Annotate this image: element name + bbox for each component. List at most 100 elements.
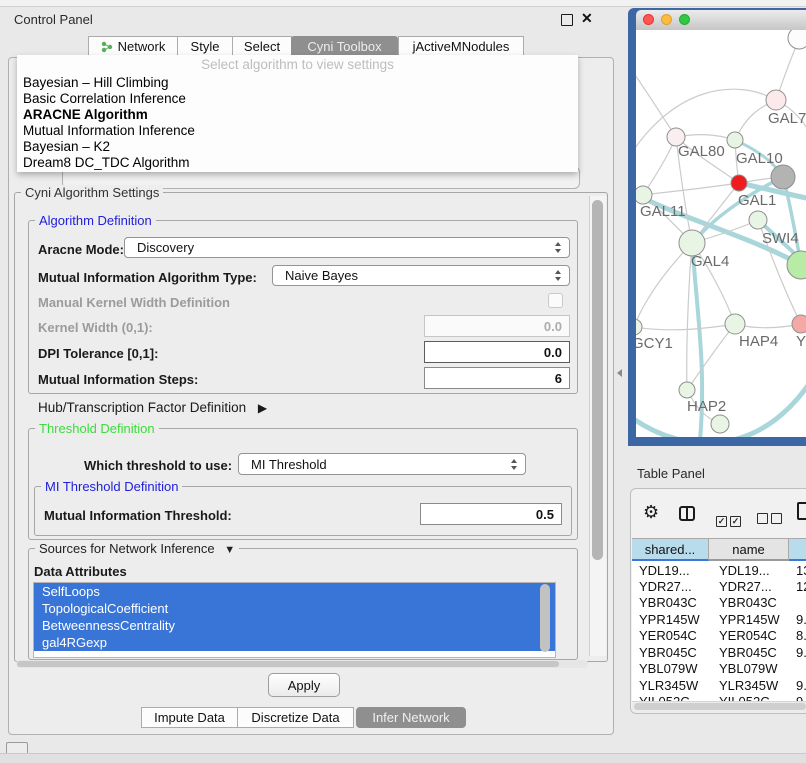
algorithm-placeholder: Select algorithm to view settings	[17, 55, 578, 75]
table-cell[interactable]: YIL052C	[719, 694, 770, 701]
apply-button[interactable]: Apply	[268, 673, 340, 697]
table-cell[interactable]: YBR043C	[719, 595, 777, 610]
network-titlebar[interactable]	[636, 10, 806, 31]
mi-algorithm-combo[interactable]: Naive Bayes	[272, 265, 570, 286]
tab-cyni-toolbox[interactable]: Cyni Toolbox	[291, 36, 398, 57]
algorithm-option[interactable]: Bayesian – K2	[17, 139, 578, 155]
table-cell[interactable]: YDR27...	[639, 579, 692, 594]
table-cell[interactable]: YIL052C	[639, 694, 690, 701]
column-header-name[interactable]: name	[709, 539, 789, 561]
network-view-window[interactable]: GAL7 GAL80 GAL10 GAL1 GAL11 SWI4 GAL4 GC…	[628, 8, 806, 446]
tab-select-label: Select	[244, 39, 280, 54]
node-GAL1	[731, 175, 747, 191]
table-cell[interactable]: YLR345W	[719, 678, 778, 693]
list-item[interactable]: BetweennessCentrality	[34, 617, 555, 634]
data-attributes-list[interactable]: SelfLoops TopologicalCoefficient Between…	[33, 582, 556, 658]
kernel-width-field: 0.0	[424, 315, 570, 337]
tab-discretize-data[interactable]: Discretize Data	[237, 707, 354, 728]
table-hscrollbar-thumb[interactable]	[634, 703, 806, 710]
table-panel-title: Table Panel	[637, 466, 705, 481]
table-panel-window: ⚙ ✓✓ shared... name YDL19... YDL19... 13…	[630, 488, 806, 714]
table-cell[interactable]: 12	[796, 579, 806, 594]
collapse-down-icon: ▼	[224, 544, 235, 556]
stepper-icon	[555, 270, 562, 281]
tab-select[interactable]: Select	[232, 36, 292, 57]
close-traffic-light[interactable]	[643, 14, 654, 25]
table-cell[interactable]: YDL19...	[719, 563, 770, 578]
table-cell[interactable]: YPR145W	[639, 612, 700, 627]
list-item[interactable]: SelfLoops	[34, 583, 555, 600]
new-table-icon[interactable]	[797, 502, 806, 520]
table-cell[interactable]: YBL079W	[639, 661, 698, 676]
node-salmon	[792, 315, 806, 333]
table-cell[interactable]: YDR27...	[719, 579, 772, 594]
zoom-traffic-light[interactable]	[679, 14, 690, 25]
table-body[interactable]: YDL19... YDL19... 13 YDR27... YDR27... 1…	[632, 561, 806, 701]
table-header: shared... name	[632, 538, 806, 561]
algorithm-definition-legend: Algorithm Definition	[35, 213, 156, 228]
aracne-mode-combo[interactable]: Discovery	[124, 237, 570, 258]
sources-legend[interactable]: Sources for Network Inference ▼	[35, 541, 239, 556]
table-cell[interactable]: YBR045C	[639, 645, 697, 660]
mi-algorithm-value: Naive Bayes	[285, 268, 358, 283]
splitter-collapse-icon[interactable]	[617, 369, 622, 377]
table-cell[interactable]: YER054C	[719, 628, 777, 643]
node-label: GCY1	[636, 335, 673, 352]
tab-impute-data[interactable]: Impute Data	[141, 707, 238, 728]
algorithm-option-selected[interactable]: ARACNE Algorithm	[17, 107, 578, 123]
settings-hscrollbar-thumb[interactable]	[17, 661, 559, 667]
node-GCY1	[636, 319, 642, 335]
table-cell[interactable]: YPR145W	[719, 612, 780, 627]
algorithm-option[interactable]: Mutual Information Inference	[17, 123, 578, 139]
attributes-vscrollbar-thumb[interactable]	[540, 584, 550, 652]
tab-network[interactable]: Network	[88, 36, 178, 57]
deselect-all-icon[interactable]	[757, 511, 782, 529]
column-header-shared[interactable]: shared...	[632, 539, 709, 561]
close-icon[interactable]: ✕	[581, 10, 593, 27]
table-cell[interactable]: YDL19...	[639, 563, 690, 578]
table-cell[interactable]: YBR043C	[639, 595, 697, 610]
table-cell[interactable]: 9.	[796, 612, 806, 627]
gear-icon[interactable]: ⚙	[643, 503, 659, 521]
network-canvas[interactable]: GAL7 GAL80 GAL10 GAL1 GAL11 SWI4 GAL4 GC…	[636, 30, 806, 437]
table-cell[interactable]: YBR045C	[719, 645, 777, 660]
sources-legend-text: Sources for Network Inference	[39, 541, 215, 556]
algorithm-option[interactable]: Bayesian – Hill Climbing	[17, 75, 578, 91]
select-all-icon[interactable]: ✓✓	[716, 511, 741, 529]
table-cell[interactable]: YER054C	[639, 628, 697, 643]
table-cell[interactable]: 9.	[796, 678, 806, 693]
table-cell[interactable]: 13	[796, 563, 806, 578]
column-header-partial[interactable]	[789, 539, 806, 561]
table-cell[interactable]: 9	[796, 694, 803, 701]
algorithm-option[interactable]: Basic Correlation Inference	[17, 91, 578, 107]
tab-infer-network-label: Infer Network	[372, 710, 449, 725]
node-label: GAL7	[768, 110, 806, 127]
tab-jactivemnodules[interactable]: jActiveMNodules	[398, 36, 524, 57]
table-cell[interactable]: YLR345W	[639, 678, 698, 693]
mi-threshold-field[interactable]: 0.5	[420, 503, 562, 525]
list-item[interactable]: gal4RGexp	[34, 634, 555, 651]
node-HAP4	[725, 314, 745, 334]
float-icon[interactable]	[561, 14, 573, 26]
tab-infer-network[interactable]: Infer Network	[356, 707, 466, 728]
table-cell[interactable]: 8.	[796, 628, 806, 643]
network-tab-icon	[101, 41, 113, 53]
table-cell[interactable]: YBL079W	[719, 661, 778, 676]
node-gray	[771, 165, 795, 189]
columns-icon[interactable]	[679, 506, 695, 521]
dpi-tolerance-field[interactable]: 0.0	[424, 341, 570, 363]
kernel-width-value: 0.0	[544, 319, 562, 334]
node-label: Y	[796, 333, 806, 350]
list-item[interactable]: TopologicalCoefficient	[34, 600, 555, 617]
node-label: GAL1	[738, 192, 776, 209]
mi-steps-field[interactable]: 6	[424, 367, 570, 389]
which-threshold-combo[interactable]: MI Threshold	[238, 453, 526, 475]
minimize-traffic-light[interactable]	[661, 14, 672, 25]
algorithm-option[interactable]: Dream8 DC_TDC Algorithm	[17, 155, 578, 171]
hub-section-toggle[interactable]: Hub/Transcription Factor Definition ▶	[38, 400, 267, 415]
settings-vscrollbar-thumb[interactable]	[592, 200, 603, 560]
manual-kernel-checkbox[interactable]	[548, 293, 563, 308]
tab-style[interactable]: Style	[177, 36, 233, 57]
table-cell[interactable]: 9.	[796, 645, 806, 660]
tab-impute-data-label: Impute Data	[154, 710, 225, 725]
